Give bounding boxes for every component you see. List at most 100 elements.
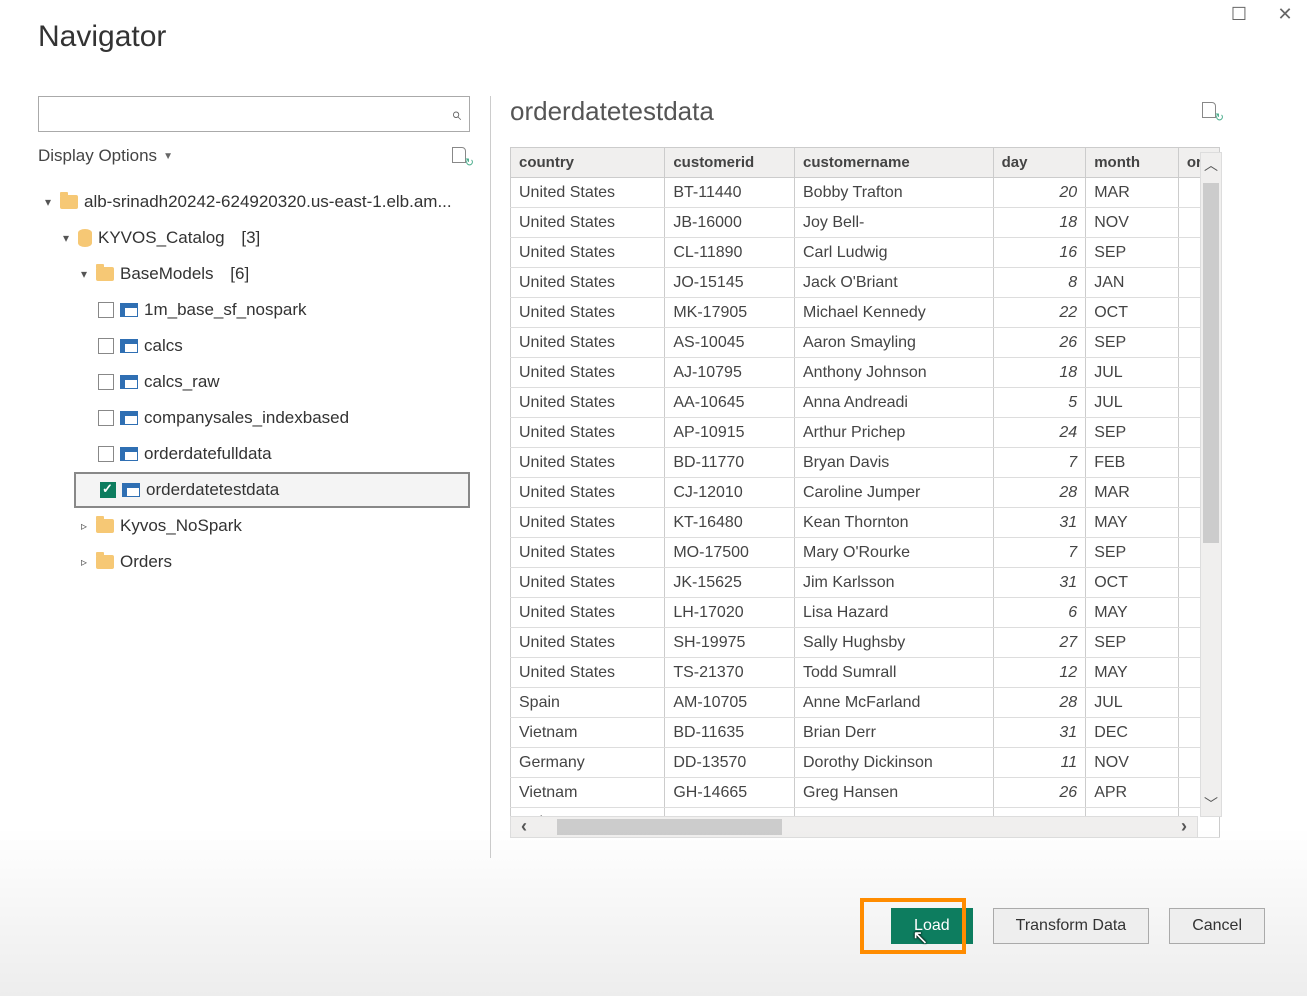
collapse-icon[interactable]: ▾ xyxy=(60,231,72,245)
tree-root-node[interactable]: ▾ alb-srinadh20242-624920320.us-east-1.e… xyxy=(38,184,470,220)
table-row[interactable]: United StatesJK-15625Jim Karlsson31OCT xyxy=(511,568,1220,598)
cell-customername: Todd Sumrall xyxy=(795,658,994,688)
table-row[interactable]: United StatesMO-17500Mary O'Rourke7SEP xyxy=(511,538,1220,568)
tree-item-selected[interactable]: orderdatetestdata xyxy=(74,472,470,508)
cell-customerid: BT-11440 xyxy=(665,178,795,208)
collapse-icon[interactable]: ▾ xyxy=(42,195,54,209)
tree-orders-node[interactable]: ▹ Orders xyxy=(38,544,470,580)
scroll-right-icon[interactable]: › xyxy=(1181,816,1187,837)
cancel-button[interactable]: Cancel xyxy=(1169,908,1265,944)
checkbox[interactable] xyxy=(98,446,114,462)
table-row[interactable]: VietnamBD-11635Brian Derr31DEC xyxy=(511,718,1220,748)
table-row[interactable]: United StatesCJ-12010Caroline Jumper28MA… xyxy=(511,478,1220,508)
col-country[interactable]: country xyxy=(511,148,665,178)
scroll-down-icon[interactable]: ﹀ xyxy=(1201,794,1221,814)
cell-month: JUL xyxy=(1086,688,1179,718)
table-row[interactable]: GermanyDD-13570Dorothy Dickinson11NOV xyxy=(511,748,1220,778)
vertical-scrollbar[interactable]: ︿ ﹀ xyxy=(1200,152,1222,817)
table-row[interactable]: United StatesJO-15145Jack O'Briant8JAN xyxy=(511,268,1220,298)
tree-item[interactable]: 1m_base_sf_nospark xyxy=(38,292,470,328)
cell-day: 26 xyxy=(993,778,1086,808)
scroll-up-icon[interactable]: ︿ xyxy=(1201,155,1221,175)
cell-country: United States xyxy=(511,658,665,688)
refresh-tree-icon[interactable] xyxy=(452,147,470,165)
expand-icon[interactable]: ▹ xyxy=(78,519,90,533)
maximize-icon[interactable]: ☐ xyxy=(1225,4,1253,25)
cell-customername: Carl Ludwig xyxy=(795,238,994,268)
vertical-divider xyxy=(490,96,491,858)
cell-day: 16 xyxy=(993,238,1086,268)
col-customername[interactable]: customername xyxy=(795,148,994,178)
search-box[interactable]: ⌕ xyxy=(38,96,470,132)
table-row[interactable]: United StatesSH-19975Sally Hughsby27SEP xyxy=(511,628,1220,658)
cell-customerid: AP-10915 xyxy=(665,418,795,448)
tree-catalog-label: KYVOS_Catalog xyxy=(98,228,225,248)
close-icon[interactable]: ✕ xyxy=(1271,4,1299,25)
cell-customerid: LH-17020 xyxy=(665,598,795,628)
tree-nospark-label: Kyvos_NoSpark xyxy=(120,516,242,536)
table-row[interactable]: VietnamGH-14665Greg Hansen26APR xyxy=(511,778,1220,808)
cell-day: 27 xyxy=(993,628,1086,658)
cell-customerid: AJ-10795 xyxy=(665,358,795,388)
checkbox[interactable] xyxy=(98,302,114,318)
folder-icon xyxy=(96,519,114,533)
tree-nospark-node[interactable]: ▹ Kyvos_NoSpark xyxy=(38,508,470,544)
horizontal-scrollbar[interactable]: ‹ › xyxy=(510,816,1198,838)
collapse-icon[interactable]: ▾ xyxy=(78,267,90,281)
transform-data-button[interactable]: Transform Data xyxy=(993,908,1150,944)
cell-country: Spain xyxy=(511,688,665,718)
checkbox[interactable] xyxy=(98,410,114,426)
cell-day: 18 xyxy=(993,358,1086,388)
scroll-thumb[interactable] xyxy=(557,819,782,835)
checkbox[interactable] xyxy=(98,338,114,354)
cell-customerid: MO-17500 xyxy=(665,538,795,568)
cell-customername: Kean Thornton xyxy=(795,508,994,538)
table-row[interactable]: United StatesTS-21370Todd Sumrall12MAY xyxy=(511,658,1220,688)
tree-catalog-node[interactable]: ▾ KYVOS_Catalog [3] xyxy=(38,220,470,256)
scroll-left-icon[interactable]: ‹ xyxy=(521,816,527,837)
cell-month: SEP xyxy=(1086,418,1179,448)
table-row[interactable]: United StatesMK-17905Michael Kennedy22OC… xyxy=(511,298,1220,328)
tree-basemodels-node[interactable]: ▾ BaseModels [6] xyxy=(38,256,470,292)
search-input[interactable] xyxy=(47,105,451,123)
table-row[interactable]: United StatesAS-10045Aaron Smayling26SEP xyxy=(511,328,1220,358)
col-day[interactable]: day xyxy=(993,148,1086,178)
cell-customerid: BD-11635 xyxy=(665,718,795,748)
load-button[interactable]: Load xyxy=(891,908,973,944)
expand-icon[interactable]: ▹ xyxy=(78,555,90,569)
refresh-preview-icon[interactable] xyxy=(1202,102,1220,120)
tree-item[interactable]: calcs xyxy=(38,328,470,364)
checkbox-checked[interactable] xyxy=(100,482,116,498)
checkbox[interactable] xyxy=(98,374,114,390)
preview-panel: orderdatetestdata country customerid cus… xyxy=(510,96,1220,838)
table-row[interactable]: United StatesAA-10645Anna Andreadi5JUL xyxy=(511,388,1220,418)
cell-month: MAR xyxy=(1086,178,1179,208)
cell-customername: Aaron Smayling xyxy=(795,328,994,358)
tree-item[interactable]: orderdatefulldata xyxy=(38,436,470,472)
cell-day: 20 xyxy=(993,178,1086,208)
scroll-thumb[interactable] xyxy=(1203,183,1219,543)
table-icon xyxy=(120,339,138,353)
tree-item[interactable]: companysales_indexbased xyxy=(38,400,470,436)
cell-customername: Anne McFarland xyxy=(795,688,994,718)
col-customerid[interactable]: customerid xyxy=(665,148,795,178)
cell-customerid: JO-15145 xyxy=(665,268,795,298)
cell-month: SEP xyxy=(1086,628,1179,658)
cell-day: 31 xyxy=(993,568,1086,598)
tree-item[interactable]: calcs_raw xyxy=(38,364,470,400)
table-row[interactable]: United StatesCL-11890Carl Ludwig16SEP xyxy=(511,238,1220,268)
table-row[interactable]: United StatesAJ-10795Anthony Johnson18JU… xyxy=(511,358,1220,388)
table-row[interactable]: United StatesBT-11440Bobby Trafton20MAR xyxy=(511,178,1220,208)
table-row[interactable]: United StatesKT-16480Kean Thornton31MAY xyxy=(511,508,1220,538)
table-row[interactable]: United StatesJB-16000Joy Bell-18NOV xyxy=(511,208,1220,238)
search-icon[interactable]: ⌕ xyxy=(451,104,461,125)
table-row[interactable]: United StatesLH-17020Lisa Hazard6MAY xyxy=(511,598,1220,628)
cell-country: United States xyxy=(511,508,665,538)
table-row[interactable]: United StatesBD-11770Bryan Davis7FEB xyxy=(511,448,1220,478)
table-row[interactable]: United StatesAP-10915Arthur Prichep24SEP xyxy=(511,418,1220,448)
display-options-dropdown[interactable]: Display Options ▼ xyxy=(38,146,173,166)
col-month[interactable]: month xyxy=(1086,148,1179,178)
chevron-down-icon: ▼ xyxy=(163,151,173,162)
table-row[interactable]: SpainAM-10705Anne McFarland28JUL xyxy=(511,688,1220,718)
cell-day: 22 xyxy=(993,298,1086,328)
